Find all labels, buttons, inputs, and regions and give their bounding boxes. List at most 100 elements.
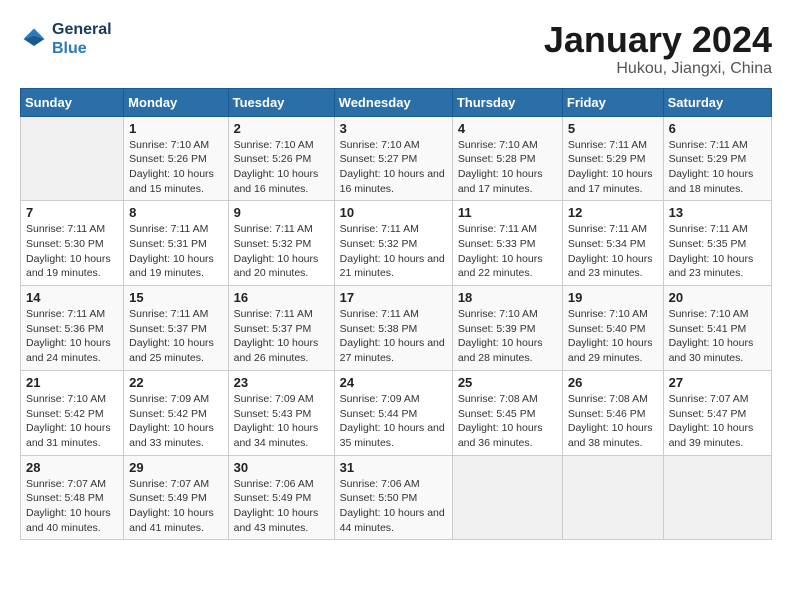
logo-icon	[20, 25, 48, 53]
calendar-cell: 11Sunrise: 7:11 AMSunset: 5:33 PMDayligh…	[452, 201, 562, 286]
calendar-cell: 18 Sunrise: 7:10 AMSunset: 5:39 PMDayligh…	[452, 286, 562, 371]
day-info: Sunrise: 7:11 AMSunset: 5:32 PMDaylight:…	[234, 222, 329, 281]
calendar-cell: 4 Sunrise: 7:10 AMSunset: 5:28 PMDaylight…	[452, 116, 562, 201]
day-number: 24	[340, 375, 447, 390]
day-info: Sunrise: 7:11 AMSunset: 5:36 PMDaylight:…	[26, 307, 118, 366]
day-number: 22	[129, 375, 222, 390]
day-info: Sunrise: 7:11 AMSunset: 5:32 PMDaylight:…	[340, 222, 447, 281]
day-info: Sunrise: 7:09 AMSunset: 5:42 PMDaylight:…	[129, 392, 222, 451]
calendar-cell	[562, 455, 663, 540]
calendar-cell: 26 Sunrise: 7:08 AMSunset: 5:46 PMDayligh…	[562, 370, 663, 455]
calendar-cell: 10 Sunrise: 7:11 AMSunset: 5:32 PMDayligh…	[334, 201, 452, 286]
calendar-cell: 30 Sunrise: 7:06 AMSunset: 5:49 PMDayligh…	[228, 455, 334, 540]
weekday-header-friday: Friday	[562, 88, 663, 116]
calendar-cell: 2 Sunrise: 7:10 AMSunset: 5:26 PMDaylight…	[228, 116, 334, 201]
week-row-3: 14 Sunrise: 7:11 AMSunset: 5:36 PMDayligh…	[21, 286, 772, 371]
day-number: 25	[458, 375, 557, 390]
day-info: Sunrise: 7:11 AMSunset: 5:38 PMDaylight:…	[340, 307, 447, 366]
day-info: Sunrise: 7:10 AMSunset: 5:42 PMDaylight:…	[26, 392, 118, 451]
calendar-cell: 8 Sunrise: 7:11 AMSunset: 5:31 PMDaylight…	[124, 201, 228, 286]
day-info: Sunrise: 7:10 AMSunset: 5:28 PMDaylight:…	[458, 138, 557, 197]
day-info: Sunrise: 7:10 AMSunset: 5:26 PMDaylight:…	[129, 138, 222, 197]
day-info: Sunrise: 7:07 AMSunset: 5:48 PMDaylight:…	[26, 477, 118, 536]
calendar-cell: 16 Sunrise: 7:11 AMSunset: 5:37 PMDayligh…	[228, 286, 334, 371]
day-info: Sunrise: 7:10 AMSunset: 5:27 PMDaylight:…	[340, 138, 447, 197]
day-number: 26	[568, 375, 658, 390]
day-number: 23	[234, 375, 329, 390]
day-info: Sunrise: 7:09 AMSunset: 5:43 PMDaylight:…	[234, 392, 329, 451]
day-number: 29	[129, 460, 222, 475]
calendar-cell	[663, 455, 771, 540]
day-info: Sunrise: 7:11 AMSunset: 5:31 PMDaylight:…	[129, 222, 222, 281]
day-info: Sunrise: 7:07 AMSunset: 5:47 PMDaylight:…	[669, 392, 766, 451]
calendar-cell: 22 Sunrise: 7:09 AMSunset: 5:42 PMDayligh…	[124, 370, 228, 455]
day-number: 27	[669, 375, 766, 390]
day-number: 21	[26, 375, 118, 390]
week-row-2: 7Sunrise: 7:11 AMSunset: 5:30 PMDaylight…	[21, 201, 772, 286]
day-number: 31	[340, 460, 447, 475]
title-block: January 2024 Hukou, Jiangxi, China	[544, 20, 772, 78]
day-number: 8	[129, 205, 222, 220]
calendar-cell: 9 Sunrise: 7:11 AMSunset: 5:32 PMDaylight…	[228, 201, 334, 286]
calendar-cell: 29Sunrise: 7:07 AMSunset: 5:49 PMDayligh…	[124, 455, 228, 540]
day-info: Sunrise: 7:11 AMSunset: 5:29 PMDaylight:…	[568, 138, 658, 197]
day-number: 6	[669, 121, 766, 136]
weekday-header-monday: Monday	[124, 88, 228, 116]
day-info: Sunrise: 7:06 AMSunset: 5:49 PMDaylight:…	[234, 477, 329, 536]
calendar-cell: 28 Sunrise: 7:07 AMSunset: 5:48 PMDayligh…	[21, 455, 124, 540]
calendar-cell: 3Sunrise: 7:10 AMSunset: 5:27 PMDaylight…	[334, 116, 452, 201]
day-info: Sunrise: 7:11 AMSunset: 5:35 PMDaylight:…	[669, 222, 766, 281]
day-number: 5	[568, 121, 658, 136]
day-info: Sunrise: 7:10 AMSunset: 5:26 PMDaylight:…	[234, 138, 329, 197]
weekday-header-thursday: Thursday	[452, 88, 562, 116]
calendar-cell: 15 Sunrise: 7:11 AMSunset: 5:37 PMDayligh…	[124, 286, 228, 371]
day-number: 14	[26, 290, 118, 305]
day-number: 18	[458, 290, 557, 305]
day-number: 30	[234, 460, 329, 475]
calendar-cell: 1Sunrise: 7:10 AMSunset: 5:26 PMDaylight…	[124, 116, 228, 201]
calendar-cell: 21 Sunrise: 7:10 AMSunset: 5:42 PMDayligh…	[21, 370, 124, 455]
calendar-cell: 6Sunrise: 7:11 AMSunset: 5:29 PMDaylight…	[663, 116, 771, 201]
calendar-cell: 24 Sunrise: 7:09 AMSunset: 5:44 PMDayligh…	[334, 370, 452, 455]
week-row-5: 28 Sunrise: 7:07 AMSunset: 5:48 PMDayligh…	[21, 455, 772, 540]
day-info: Sunrise: 7:10 AMSunset: 5:40 PMDaylight:…	[568, 307, 658, 366]
logo: General Blue	[20, 20, 112, 58]
day-info: Sunrise: 7:09 AMSunset: 5:44 PMDaylight:…	[340, 392, 447, 451]
day-info: Sunrise: 7:11 AMSunset: 5:37 PMDaylight:…	[234, 307, 329, 366]
day-info: Sunrise: 7:11 AMSunset: 5:30 PMDaylight:…	[26, 222, 118, 281]
location-subtitle: Hukou, Jiangxi, China	[544, 60, 772, 78]
weekday-header-saturday: Saturday	[663, 88, 771, 116]
calendar-cell: 20 Sunrise: 7:10 AMSunset: 5:41 PMDayligh…	[663, 286, 771, 371]
calendar-cell	[21, 116, 124, 201]
day-info: Sunrise: 7:08 AMSunset: 5:46 PMDaylight:…	[568, 392, 658, 451]
day-info: Sunrise: 7:11 AMSunset: 5:37 PMDaylight:…	[129, 307, 222, 366]
calendar-cell: 17 Sunrise: 7:11 AMSunset: 5:38 PMDayligh…	[334, 286, 452, 371]
weekday-header-wednesday: Wednesday	[334, 88, 452, 116]
day-number: 20	[669, 290, 766, 305]
calendar-cell: 19 Sunrise: 7:10 AMSunset: 5:40 PMDayligh…	[562, 286, 663, 371]
calendar-cell: 7Sunrise: 7:11 AMSunset: 5:30 PMDaylight…	[21, 201, 124, 286]
day-number: 17	[340, 290, 447, 305]
calendar-cell	[452, 455, 562, 540]
calendar-cell: 13Sunrise: 7:11 AMSunset: 5:35 PMDayligh…	[663, 201, 771, 286]
day-number: 9	[234, 205, 329, 220]
day-info: Sunrise: 7:06 AMSunset: 5:50 PMDaylight:…	[340, 477, 447, 536]
week-row-1: 1Sunrise: 7:10 AMSunset: 5:26 PMDaylight…	[21, 116, 772, 201]
day-info: Sunrise: 7:08 AMSunset: 5:45 PMDaylight:…	[458, 392, 557, 451]
day-number: 19	[568, 290, 658, 305]
day-number: 28	[26, 460, 118, 475]
weekday-header-sunday: Sunday	[21, 88, 124, 116]
weekday-header-tuesday: Tuesday	[228, 88, 334, 116]
day-number: 4	[458, 121, 557, 136]
day-number: 12	[568, 205, 658, 220]
page-header: General Blue January 2024 Hukou, Jiangxi…	[20, 20, 772, 78]
day-number: 15	[129, 290, 222, 305]
day-number: 16	[234, 290, 329, 305]
day-info: Sunrise: 7:10 AMSunset: 5:41 PMDaylight:…	[669, 307, 766, 366]
month-title: January 2024	[544, 20, 772, 60]
day-number: 10	[340, 205, 447, 220]
day-number: 2	[234, 121, 329, 136]
day-info: Sunrise: 7:10 AMSunset: 5:39 PMDaylight:…	[458, 307, 557, 366]
calendar-table: SundayMondayTuesdayWednesdayThursdayFrid…	[20, 88, 772, 541]
calendar-cell: 23 Sunrise: 7:09 AMSunset: 5:43 PMDayligh…	[228, 370, 334, 455]
